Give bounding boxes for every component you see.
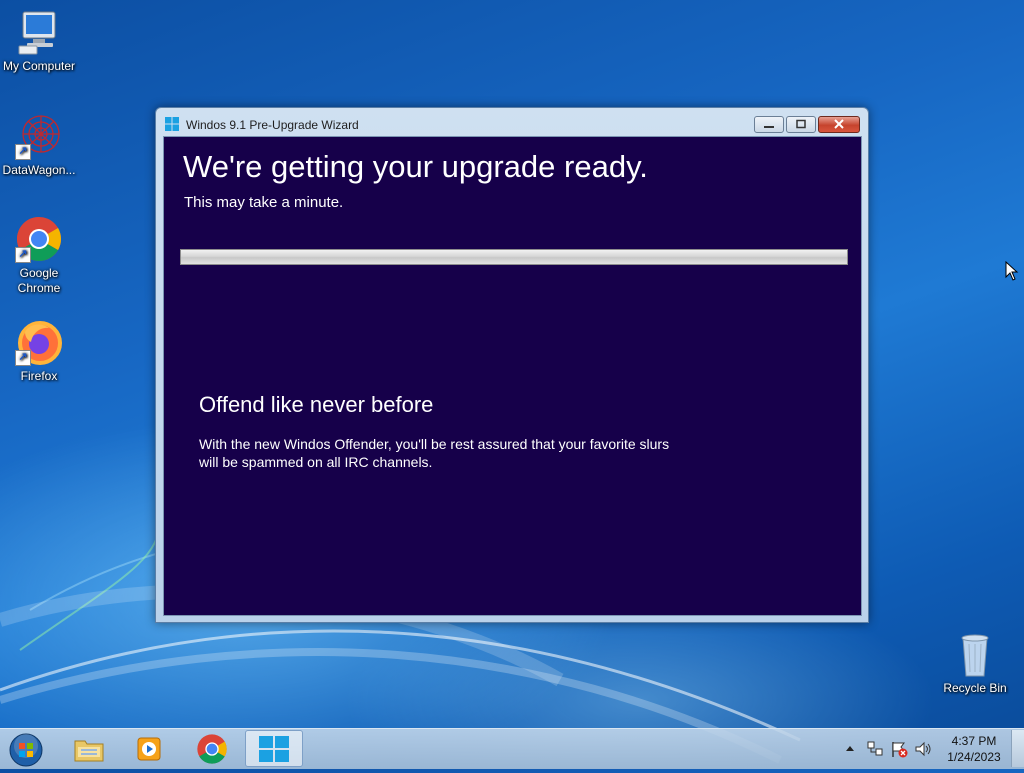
datawagon-icon: ↗	[15, 112, 63, 160]
desktop-icon-label: Recycle Bin	[943, 681, 1007, 695]
chrome-icon	[197, 733, 227, 764]
action-center-flag-icon[interactable]	[890, 740, 908, 758]
recycle-bin-icon	[951, 630, 999, 678]
firefox-icon: ↗	[15, 318, 63, 366]
chrome-icon: ↗	[15, 215, 63, 263]
shortcut-arrow-icon: ↗	[15, 247, 31, 263]
maximize-icon	[796, 119, 806, 129]
maximize-button[interactable]	[786, 116, 816, 133]
page-heading: We're getting your upgrade ready.	[183, 149, 648, 184]
taskbar-upgrade-wizard[interactable]	[245, 730, 303, 767]
desktop-icon-label: Firefox	[20, 369, 58, 383]
mouse-cursor-icon	[1005, 261, 1019, 281]
windows-logo-icon	[259, 735, 289, 762]
start-button[interactable]	[6, 732, 46, 768]
minimize-button[interactable]	[754, 116, 784, 133]
desktop-icon-label: Google Chrome	[17, 266, 61, 295]
windows-logo-icon	[165, 117, 179, 131]
start-orb-icon	[9, 733, 43, 767]
upgrade-progress-bar	[180, 249, 848, 265]
feature-title: Offend like never before	[199, 392, 434, 417]
taskbar-chrome[interactable]	[183, 730, 241, 767]
clock-time: 4:37 PM	[951, 734, 997, 748]
desktop-icon-recycle-bin[interactable]: Recycle Bin	[936, 630, 1014, 696]
network-icon[interactable]	[866, 740, 884, 758]
window-titlebar[interactable]: Windos 9.1 Pre-Upgrade Wizard	[156, 108, 868, 136]
desktop-icon-datawagon[interactable]: ↗ DataWagon...	[0, 112, 78, 178]
page-subheading: This may take a minute.	[184, 194, 344, 211]
system-clock[interactable]: 4:37 PM 1/24/2023	[940, 733, 1008, 765]
show-desktop-button[interactable]	[1011, 730, 1024, 767]
desktop-icon-firefox[interactable]: ↗ Firefox	[0, 318, 78, 384]
taskbar-file-explorer[interactable]	[60, 730, 118, 767]
minimize-icon	[764, 126, 774, 128]
taskbar-media-player[interactable]	[120, 730, 178, 767]
desktop-icon-label: DataWagon...	[2, 163, 76, 177]
upgrade-wizard-window[interactable]: Windos 9.1 Pre-Upgrade Wizard We're gett…	[155, 107, 869, 623]
desktop-icon-label: My Computer	[2, 59, 76, 73]
volume-icon[interactable]	[914, 740, 932, 758]
file-explorer-icon	[74, 740, 104, 761]
feature-description: With the new Windos Offender, you'll be …	[199, 436, 670, 470]
media-player-icon	[137, 737, 161, 760]
window-title: Windos 9.1 Pre-Upgrade Wizard	[186, 118, 359, 132]
clock-date: 1/24/2023	[947, 750, 1001, 764]
computer-icon	[15, 8, 63, 56]
wizard-content: We're getting your upgrade ready. This m…	[163, 136, 862, 616]
close-icon	[834, 119, 844, 129]
shortcut-arrow-icon: ↗	[15, 144, 31, 160]
show-hidden-icons-chevron-icon[interactable]	[845, 744, 855, 752]
desktop-icon-my-computer[interactable]: My Computer	[0, 8, 78, 74]
taskbar: 4:37 PM 1/24/2023	[0, 728, 1024, 769]
close-button[interactable]	[818, 116, 860, 133]
desktop-icon-google-chrome[interactable]: ↗ Google Chrome	[0, 215, 78, 296]
shortcut-arrow-icon: ↗	[15, 350, 31, 366]
